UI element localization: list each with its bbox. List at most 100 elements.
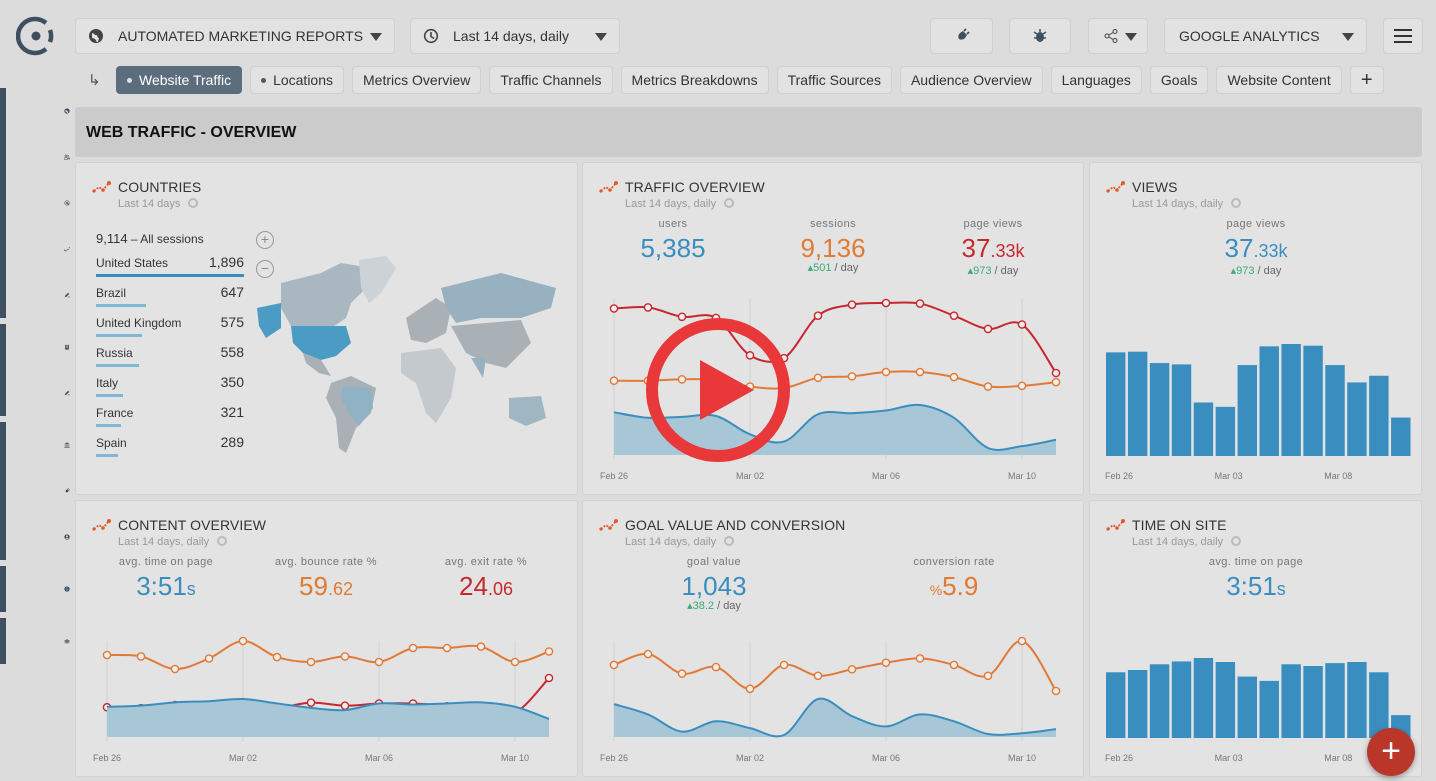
tab-traffic-sources[interactable]: Traffic Sources bbox=[776, 66, 892, 94]
bar[interactable] bbox=[1325, 663, 1345, 738]
bar[interactable] bbox=[1369, 375, 1389, 456]
country-row[interactable]: United States 1,896 bbox=[96, 254, 244, 286]
refresh-icon[interactable] bbox=[1231, 198, 1242, 208]
tab-website-content[interactable]: Website Content bbox=[1216, 66, 1342, 94]
data-point[interactable] bbox=[272, 652, 282, 662]
refresh-icon[interactable] bbox=[217, 536, 228, 546]
data-point[interactable] bbox=[340, 701, 350, 710]
bar[interactable] bbox=[1193, 402, 1214, 456]
sidebar-item[interactable] bbox=[6, 618, 70, 664]
data-point[interactable] bbox=[779, 660, 789, 670]
data-point[interactable] bbox=[609, 660, 619, 670]
country-row[interactable]: Brazil 647 bbox=[96, 284, 244, 316]
app-logo[interactable] bbox=[16, 16, 56, 56]
data-point[interactable] bbox=[204, 654, 214, 663]
data-point[interactable] bbox=[306, 698, 316, 707]
data-point[interactable] bbox=[609, 376, 619, 386]
bar[interactable] bbox=[1215, 662, 1236, 738]
data-point[interactable] bbox=[609, 304, 619, 313]
tab-goals[interactable]: Goals bbox=[1149, 66, 1209, 94]
country-row[interactable]: Spain 289 bbox=[96, 434, 244, 466]
bar[interactable] bbox=[1171, 661, 1192, 738]
data-point[interactable] bbox=[881, 298, 891, 308]
sidebar-item[interactable] bbox=[6, 88, 70, 134]
sidebar-item[interactable] bbox=[6, 226, 70, 272]
country-row[interactable]: United Kingdom 575 bbox=[96, 314, 244, 346]
data-point[interactable] bbox=[813, 373, 823, 383]
data-point[interactable] bbox=[745, 684, 755, 694]
bar[interactable] bbox=[1127, 351, 1148, 456]
data-point[interactable] bbox=[374, 657, 384, 667]
data-point[interactable] bbox=[643, 649, 653, 659]
data-point[interactable] bbox=[949, 372, 959, 382]
data-point[interactable] bbox=[442, 643, 452, 653]
data-point[interactable] bbox=[983, 671, 993, 681]
data-point[interactable] bbox=[102, 650, 112, 660]
bar[interactable] bbox=[1303, 345, 1323, 456]
data-point[interactable] bbox=[544, 647, 554, 656]
bar[interactable] bbox=[1149, 363, 1170, 456]
sidebar-item[interactable] bbox=[6, 324, 70, 370]
tab-metrics-breakdowns[interactable]: Metrics Breakdowns bbox=[620, 66, 769, 94]
data-point[interactable] bbox=[136, 652, 146, 661]
data-point[interactable] bbox=[544, 673, 554, 683]
report-selector[interactable]: AUTOMATED MARKETING REPORTS bbox=[75, 18, 395, 54]
connect-button[interactable] bbox=[930, 18, 993, 54]
bar[interactable] bbox=[1106, 672, 1126, 738]
refresh-icon[interactable] bbox=[188, 198, 199, 208]
refresh-icon[interactable] bbox=[1231, 536, 1242, 546]
country-row[interactable]: Italy 350 bbox=[96, 374, 244, 406]
data-point[interactable] bbox=[1051, 377, 1061, 387]
data-point[interactable] bbox=[813, 311, 823, 320]
sidebar-item[interactable] bbox=[6, 514, 70, 560]
bar[interactable] bbox=[1171, 364, 1192, 456]
sidebar-item[interactable] bbox=[6, 468, 70, 514]
bar[interactable] bbox=[1149, 664, 1170, 738]
bar[interactable] bbox=[1259, 680, 1279, 738]
bar[interactable] bbox=[1259, 346, 1279, 456]
tab-website-traffic[interactable]: Website Traffic bbox=[116, 66, 243, 94]
data-point[interactable] bbox=[1051, 686, 1061, 696]
data-point[interactable] bbox=[340, 652, 350, 661]
debug-button[interactable] bbox=[1009, 18, 1071, 54]
data-point[interactable] bbox=[949, 311, 959, 320]
data-point[interactable] bbox=[408, 643, 418, 653]
add-tab-button[interactable]: + bbox=[1349, 66, 1384, 94]
world-map[interactable] bbox=[251, 248, 571, 463]
bar[interactable] bbox=[1281, 344, 1301, 456]
goal-chart[interactable]: Feb 26 Mar 02 Mar 06 Mar 10 bbox=[583, 621, 1083, 776]
content-chart[interactable]: Feb 26 Mar 02 Mar 06 Mar 10 bbox=[76, 621, 576, 776]
data-point[interactable] bbox=[170, 664, 180, 674]
data-point[interactable] bbox=[847, 300, 857, 309]
data-point[interactable] bbox=[915, 299, 925, 308]
bar[interactable] bbox=[1237, 676, 1257, 738]
data-point[interactable] bbox=[510, 657, 520, 667]
tab-metrics-overview[interactable]: Metrics Overview bbox=[352, 66, 482, 94]
bar[interactable] bbox=[1391, 417, 1411, 456]
views-chart[interactable]: Feb 26 Mar 03 Mar 08 bbox=[1090, 288, 1423, 488]
bar[interactable] bbox=[1127, 670, 1148, 738]
data-point[interactable] bbox=[813, 671, 823, 681]
data-point[interactable] bbox=[983, 382, 993, 391]
data-point[interactable] bbox=[711, 662, 721, 672]
data-point[interactable] bbox=[238, 636, 248, 646]
data-point[interactable] bbox=[881, 658, 891, 668]
data-point[interactable] bbox=[915, 654, 925, 663]
tab-traffic-channels[interactable]: Traffic Channels bbox=[489, 66, 613, 94]
sidebar-item[interactable] bbox=[6, 566, 70, 612]
share-button[interactable] bbox=[1088, 18, 1148, 54]
data-point[interactable] bbox=[476, 642, 486, 651]
data-point[interactable] bbox=[306, 657, 316, 667]
bar[interactable] bbox=[1106, 352, 1126, 456]
country-row[interactable]: Russia 558 bbox=[96, 344, 244, 376]
data-point[interactable] bbox=[983, 324, 993, 334]
data-point[interactable] bbox=[1051, 368, 1061, 378]
date-range-selector[interactable]: Last 14 days, daily bbox=[410, 18, 620, 54]
tab-languages[interactable]: Languages bbox=[1050, 66, 1142, 94]
sidebar-item[interactable] bbox=[6, 272, 70, 318]
tab-locations[interactable]: Locations bbox=[250, 66, 345, 94]
data-point[interactable] bbox=[847, 664, 857, 674]
data-point[interactable] bbox=[881, 367, 891, 377]
refresh-icon[interactable] bbox=[724, 536, 735, 546]
data-source-selector[interactable]: GOOGLE ANALYTICS bbox=[1164, 18, 1367, 54]
